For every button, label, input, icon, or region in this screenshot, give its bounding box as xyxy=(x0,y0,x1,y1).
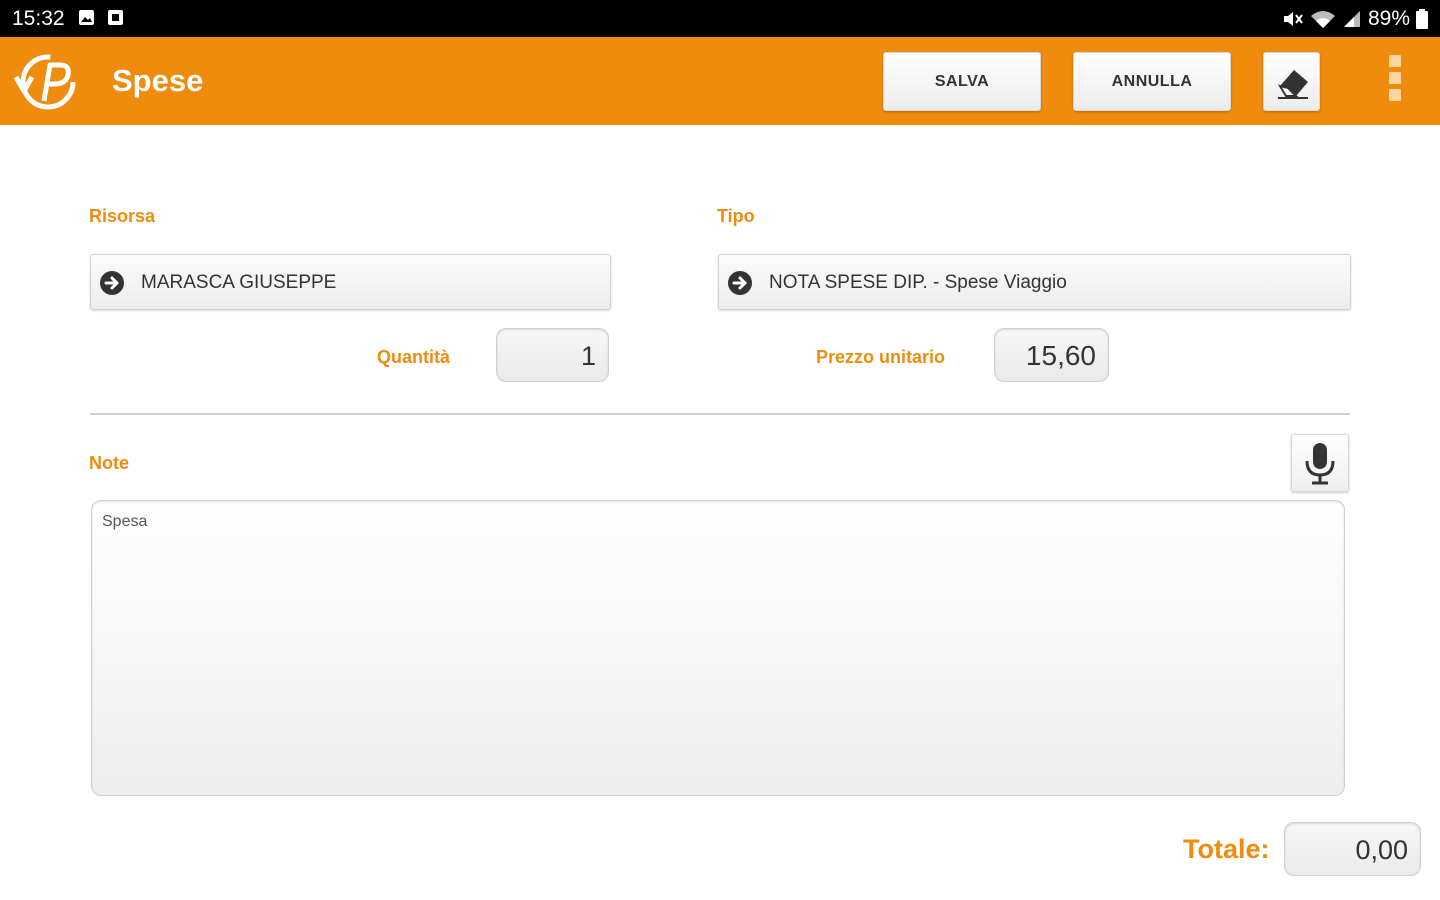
erase-button[interactable] xyxy=(1263,52,1320,111)
risorsa-picker[interactable]: MARASCA GIUSEPPE xyxy=(90,254,611,310)
mute-icon xyxy=(1283,12,1303,26)
save-button[interactable]: SALVA xyxy=(883,52,1041,111)
prezzo-label: Prezzo unitario xyxy=(816,347,946,367)
status-time: 15:32 xyxy=(12,7,65,30)
arrow-right-circle-icon xyxy=(728,271,752,295)
totale-value: 0,00 xyxy=(1284,822,1421,876)
risorsa-value: MARASCA GIUSEPPE xyxy=(141,272,337,293)
note-textarea[interactable]: Spesa xyxy=(91,500,1345,796)
arrow-right-circle-icon xyxy=(100,271,124,295)
page-title: Spese xyxy=(112,63,204,98)
wifi-icon xyxy=(1310,11,1335,28)
quantita-label: Quantità xyxy=(377,347,451,367)
signal-icon xyxy=(1343,11,1360,27)
tipo-label: Tipo xyxy=(717,206,755,226)
section-divider xyxy=(90,413,1350,415)
battery-level: 89% xyxy=(1367,7,1410,30)
note-label: Note xyxy=(89,453,129,473)
tipo-value: NOTA SPESE DIP. - Spese Viaggio xyxy=(769,272,1067,293)
prezzo-input[interactable]: 15,60 xyxy=(994,328,1109,382)
risorsa-label: Risorsa xyxy=(89,206,156,226)
status-right: 89% xyxy=(1282,7,1428,31)
eraser-icon xyxy=(1277,69,1308,99)
tipo-picker[interactable]: NOTA SPESE DIP. - Spese Viaggio xyxy=(718,254,1351,310)
app-logo-icon[interactable] xyxy=(10,51,82,113)
cancel-button[interactable]: ANNULLA xyxy=(1073,52,1231,111)
battery-icon xyxy=(1416,9,1428,29)
voice-input-button[interactable] xyxy=(1291,434,1349,492)
totale-label: Totale: xyxy=(1183,834,1270,864)
overflow-menu-icon[interactable] xyxy=(1386,55,1404,107)
quantita-input[interactable]: 1 xyxy=(496,328,609,382)
microphone-icon xyxy=(1305,443,1335,485)
status-bar: 15:32 89% xyxy=(0,0,1440,37)
gallery-notification-icon xyxy=(79,10,94,25)
app-bar: Spese SALVA ANNULLA xyxy=(0,37,1440,125)
app-notification-icon xyxy=(108,10,123,25)
